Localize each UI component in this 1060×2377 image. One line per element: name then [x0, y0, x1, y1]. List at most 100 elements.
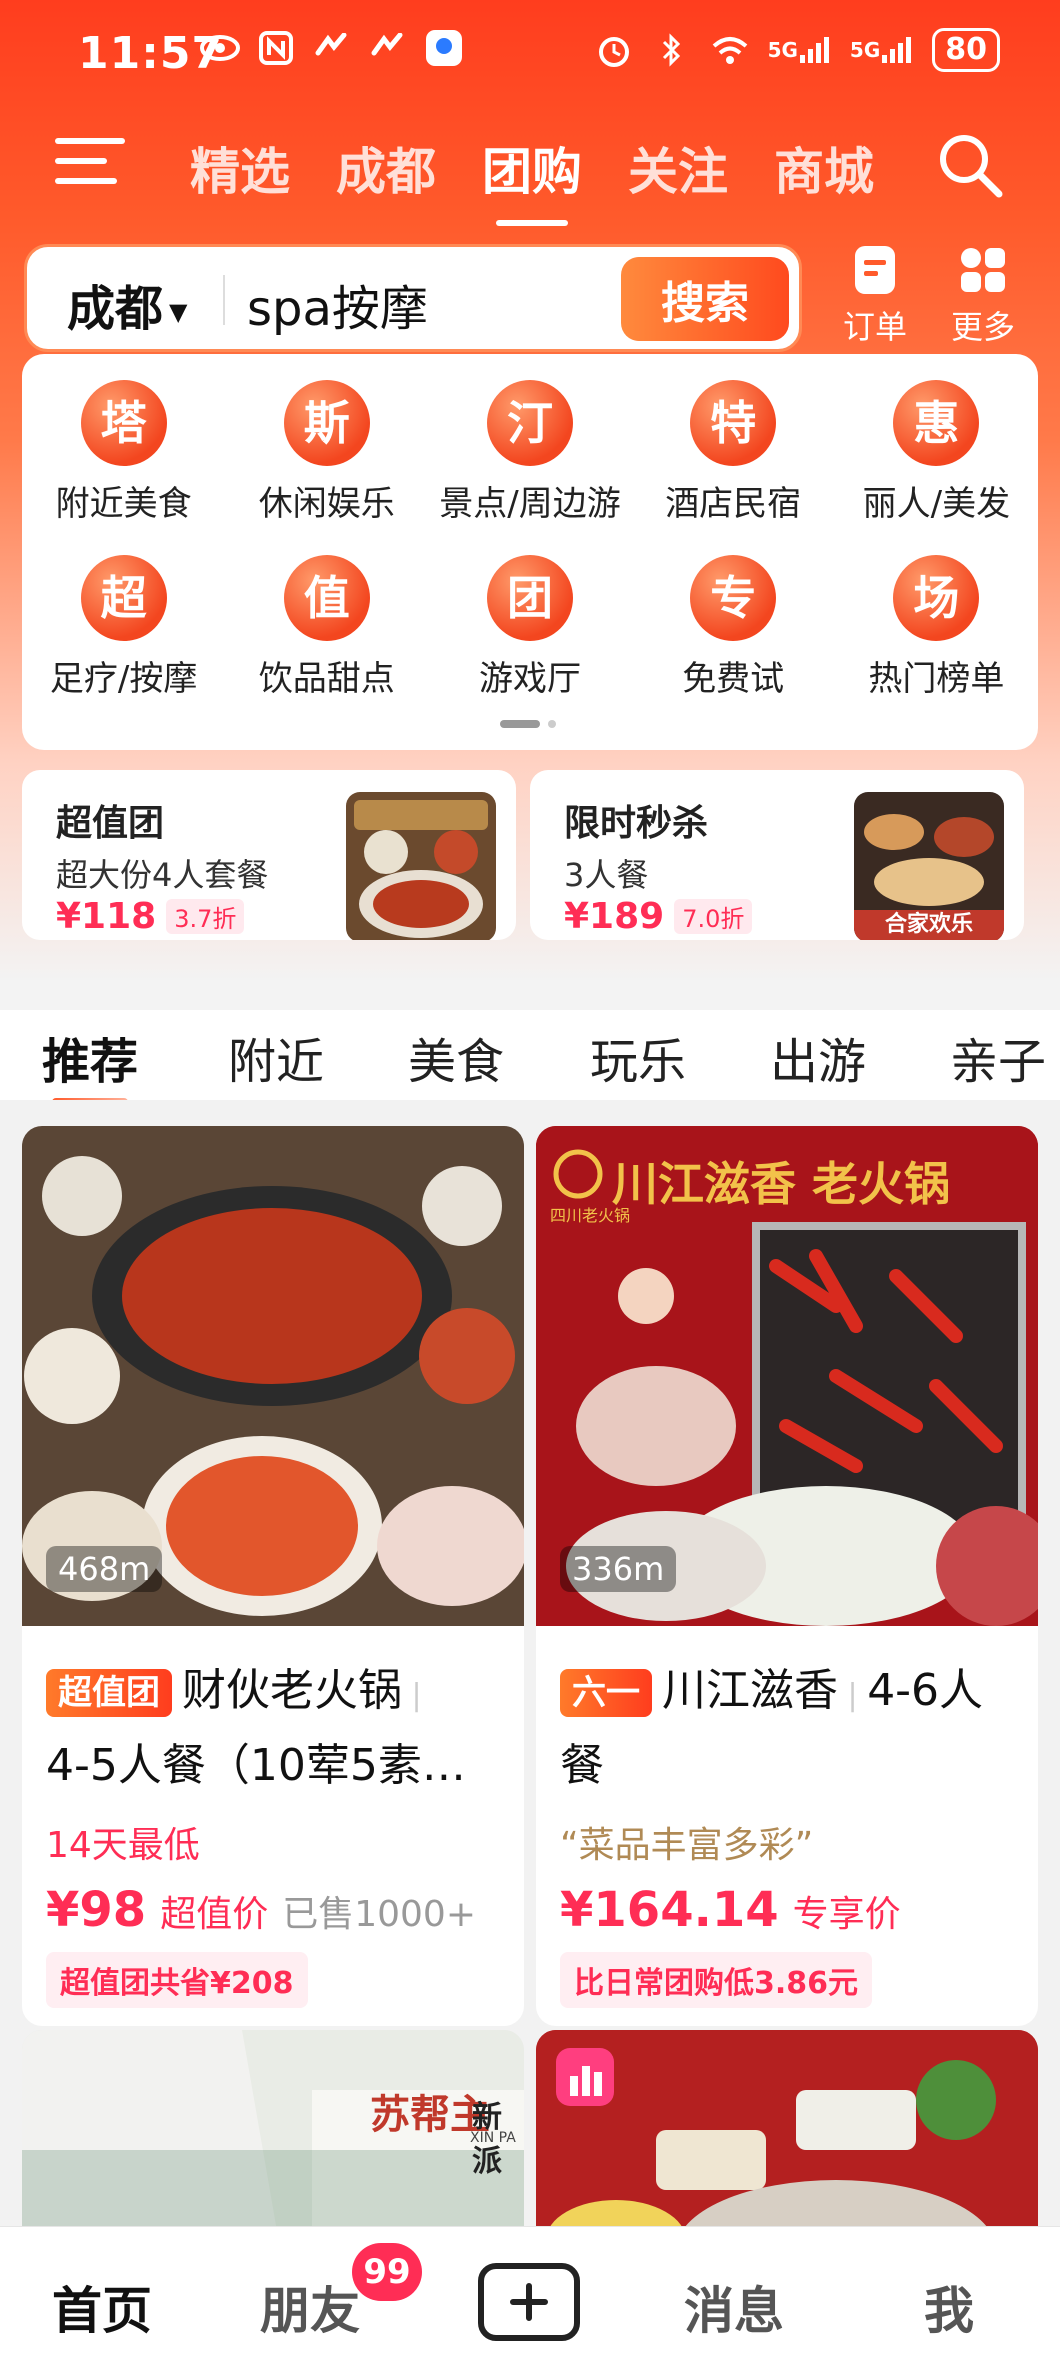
search-input[interactable]: spa按摩: [247, 269, 428, 339]
caret-down-icon: ▼: [169, 298, 188, 326]
search-box[interactable]: 成都 ▼ spa按摩 搜索: [24, 244, 802, 352]
friends-badge: 99: [352, 2243, 422, 2301]
wifi-icon: [710, 30, 750, 70]
feed-card-title: 六一 川江滋香 | 4-6人餐: [560, 1665, 984, 1791]
more-button[interactable]: 更多: [938, 244, 1028, 348]
tab-family[interactable]: 亲子: [950, 1022, 1046, 1092]
tab-entertainment[interactable]: 玩乐: [590, 1022, 686, 1092]
feed-card-price-row: ¥98 超值价 已售1000+: [46, 1882, 476, 1938]
category-label: 游戏厅: [478, 659, 581, 699]
top-nav-tabs: 精选 成都 团购 关注 商城: [190, 132, 874, 226]
image-brand-text: 川江滋香 老火锅: [612, 1157, 951, 1211]
nav-friends[interactable]: 朋友: [260, 2271, 360, 2343]
plus-icon: [510, 2283, 548, 2321]
deal-name: 4-5人餐（10荤5素…: [46, 1740, 466, 1791]
savings-tag: 超值团共省¥208: [46, 1952, 308, 2008]
app-notification-icon: [424, 28, 464, 68]
feed-card-price-row: ¥164.14 专享价: [560, 1882, 901, 1938]
signal-5g-icon: 5G: [768, 30, 832, 70]
nfc-icon: [256, 28, 296, 68]
create-button[interactable]: [478, 2263, 580, 2341]
promo-discount: 3.7折: [166, 899, 245, 934]
promo-subtitle: 3人餐: [564, 856, 649, 894]
tab-chengdu[interactable]: 成都: [336, 132, 436, 204]
childrens-day-badge: 六一: [560, 1669, 652, 1717]
savings-tag: 比日常团购低3.86元: [560, 1952, 873, 2008]
tab-nearby[interactable]: 附近: [228, 1022, 324, 1092]
tab-featured[interactable]: 精选: [190, 132, 290, 204]
category-leisure[interactable]: 斯 休闲娱乐: [225, 380, 428, 525]
promo-price-row: ¥189 7.0折: [564, 896, 753, 937]
tab-mall[interactable]: 商城: [774, 132, 874, 204]
tab-food[interactable]: 美食: [408, 1022, 504, 1092]
nav-home[interactable]: 首页: [52, 2271, 152, 2343]
city-selector[interactable]: 成都 ▼: [67, 269, 187, 339]
category-beauty[interactable]: 惠 丽人/美发: [835, 380, 1038, 525]
orders-button[interactable]: 订单: [830, 244, 920, 348]
tab-recommended[interactable]: 推荐: [42, 1022, 138, 1106]
promo-price: ¥189: [564, 896, 665, 937]
promo-price-row: ¥118 3.7折: [56, 896, 245, 937]
category-rankings[interactable]: 场 热门榜单: [835, 555, 1038, 700]
feed-card[interactable]: 468m 超值团 财伙老火锅 | 4-5人餐（10荤5素… 14天最低 ¥98 超…: [22, 1126, 524, 2026]
category-label: 休闲娱乐: [258, 484, 395, 524]
category-hotel[interactable]: 特 酒店民宿: [632, 380, 835, 525]
search-icon[interactable]: [935, 130, 1005, 200]
category-label: 热门榜单: [868, 659, 1005, 699]
status-right-icons: 5G 5G 80: [594, 28, 1000, 72]
page-indicator: [500, 720, 560, 728]
divider: [223, 275, 225, 325]
feed-card[interactable]: 川江滋香 老火锅 四川老火锅 336m 六一 川江滋香 | 4-6人餐 “菜品丰富…: [536, 1126, 1038, 2026]
category-label: 丽人/美发: [862, 484, 1011, 524]
shop-name: 川江滋香: [662, 1665, 838, 1716]
grid-icon: [957, 244, 1009, 296]
tab-following[interactable]: 关注: [628, 132, 728, 204]
price-label: 专享价: [792, 1894, 901, 1935]
promo-image: 合家欢乐: [854, 792, 1004, 940]
menu-icon[interactable]: [55, 138, 125, 198]
category-icon: 团: [486, 555, 573, 641]
deal-price: ¥164.14: [560, 1882, 779, 1938]
category-icon: 超: [80, 555, 167, 641]
feed-card-subtitle: “菜品丰富多彩”: [560, 1825, 814, 1866]
nav-me[interactable]: 我: [924, 2271, 974, 2343]
price-label: 超值价: [160, 1894, 269, 1935]
category-icon: 专: [690, 555, 777, 641]
category-drinks[interactable]: 值 饮品甜点: [225, 555, 428, 700]
search-button[interactable]: 搜索: [621, 257, 789, 341]
promo-title: 超值团: [56, 803, 165, 844]
category-massage[interactable]: 超 足疗/按摩: [22, 555, 225, 700]
shop-name: 财伙老火锅: [182, 1665, 402, 1716]
nav-messages[interactable]: 消息: [684, 2271, 784, 2343]
tab-travel[interactable]: 出游: [770, 1022, 866, 1092]
category-free-trial[interactable]: 专 免费试: [632, 555, 835, 700]
link-icon: [312, 28, 352, 68]
category-grid: 塔 附近美食 斯 休闲娱乐 汀 景点/周边游 特 酒店民宿 惠 丽人/美发 超 …: [22, 380, 1038, 700]
category-label: 酒店民宿: [665, 484, 802, 524]
category-scenic[interactable]: 汀 景点/周边游: [428, 380, 631, 525]
tab-group-buy[interactable]: 团购: [482, 132, 582, 226]
category-label: 景点/周边游: [439, 484, 621, 524]
feed-card-title: 超值团 财伙老火锅 | 4-5人餐（10荤5素…: [46, 1665, 466, 1791]
category-panel: 塔 附近美食 斯 休闲娱乐 汀 景点/周边游 特 酒店民宿 惠 丽人/美发 超 …: [22, 354, 1038, 750]
category-label: 饮品甜点: [258, 659, 395, 699]
category-arcade[interactable]: 团 游戏厅: [428, 555, 631, 700]
category-nearby-food[interactable]: 塔 附近美食: [22, 380, 225, 525]
status-left-icons: [200, 28, 464, 68]
bluetooth-icon: [652, 30, 692, 70]
battery-indicator: 80: [932, 28, 1000, 72]
deal-price: ¥98: [46, 1882, 147, 1938]
promo-discount: 7.0折: [674, 899, 753, 934]
category-icon: 惠: [893, 380, 980, 466]
promo-title: 限时秒杀: [564, 803, 709, 844]
category-icon: 特: [690, 380, 777, 466]
promo-card-flash-sale[interactable]: 限时秒杀 3人餐 ¥189 7.0折 合家欢乐: [530, 770, 1024, 940]
category-icon: 斯: [283, 380, 370, 466]
distance-label: 468m: [46, 1546, 163, 1592]
alarm-icon: [594, 30, 634, 70]
promo-subtitle: 超大份4人套餐: [56, 856, 269, 894]
sold-count: 已售1000+: [282, 1894, 477, 1935]
bottom-nav: 首页 朋友 99 消息 我: [0, 2226, 1060, 2377]
status-bar: 11:57 5G 5G 80: [0, 0, 1060, 110]
promo-card-value-group[interactable]: 超值团 超大份4人套餐 ¥118 3.7折: [22, 770, 516, 940]
